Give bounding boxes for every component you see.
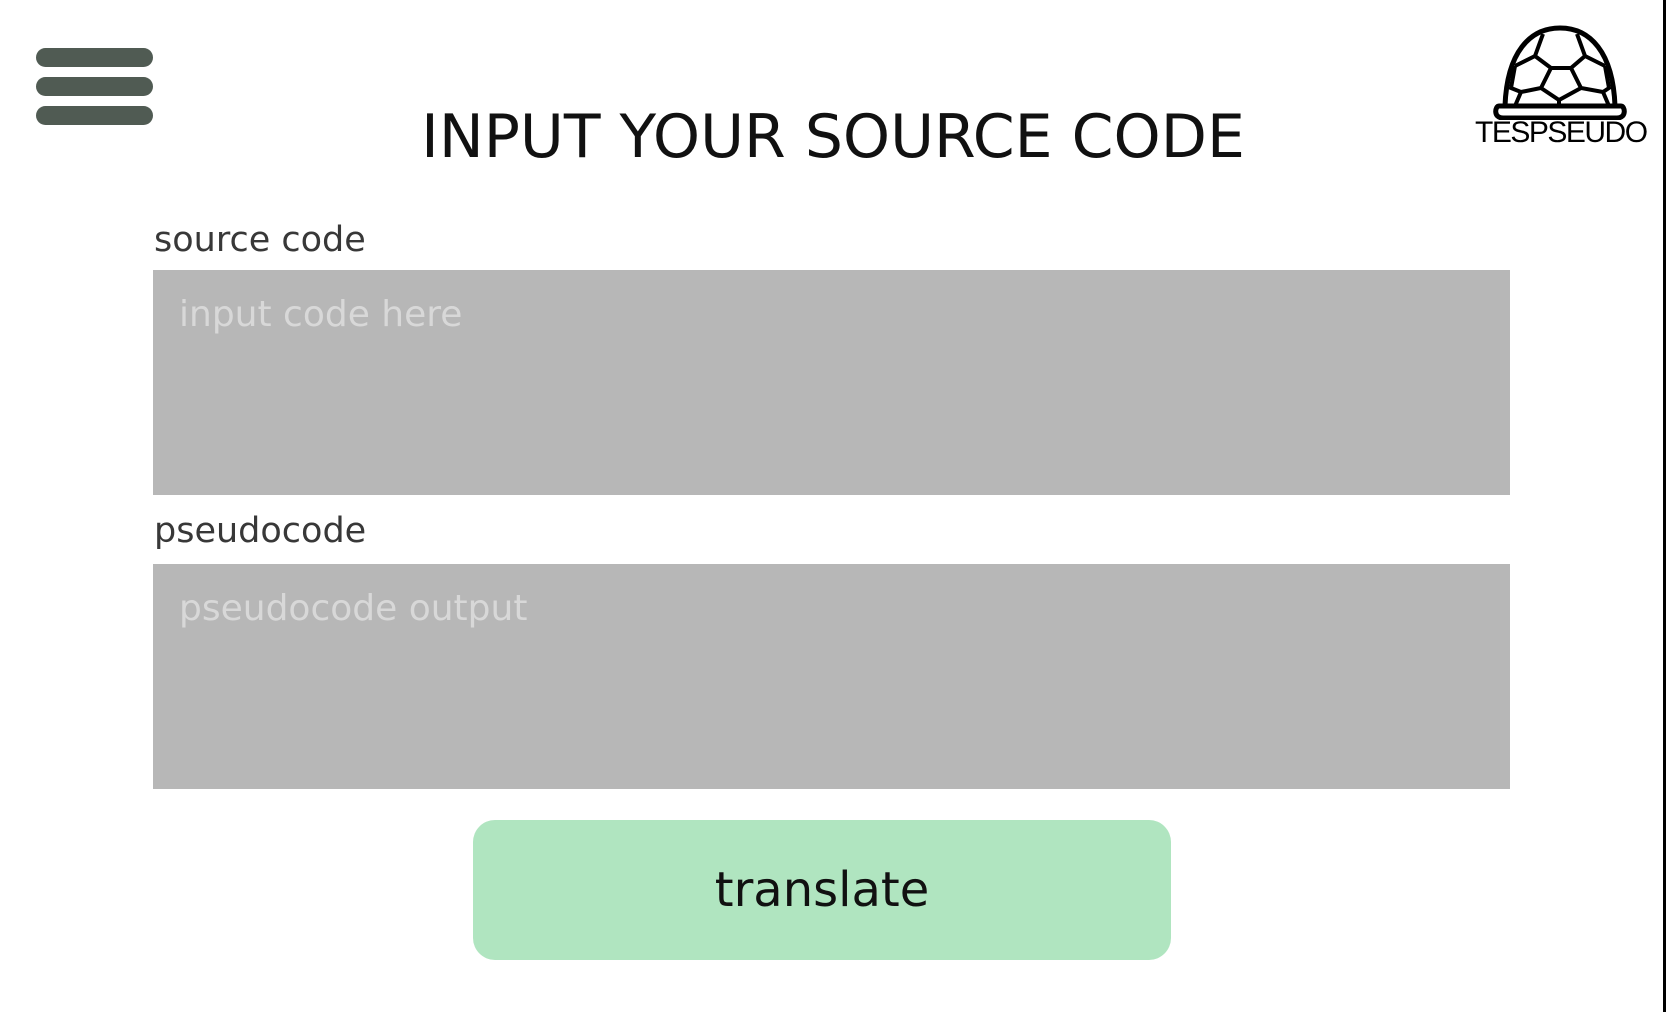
menu-bar-top (36, 48, 153, 67)
translate-button[interactable]: translate (473, 820, 1171, 960)
menu-bar-middle (36, 77, 153, 96)
pseudocode-label: pseudocode (154, 511, 367, 551)
page-title: INPUT YOUR SOURCE CODE (421, 102, 1245, 172)
source-code-input[interactable] (153, 270, 1510, 495)
pseudocode-output[interactable] (153, 564, 1510, 789)
translator-page: TESPSEUDO INPUT YOUR SOURCE CODE source … (0, 0, 1666, 1012)
source-code-label: source code (154, 220, 366, 260)
